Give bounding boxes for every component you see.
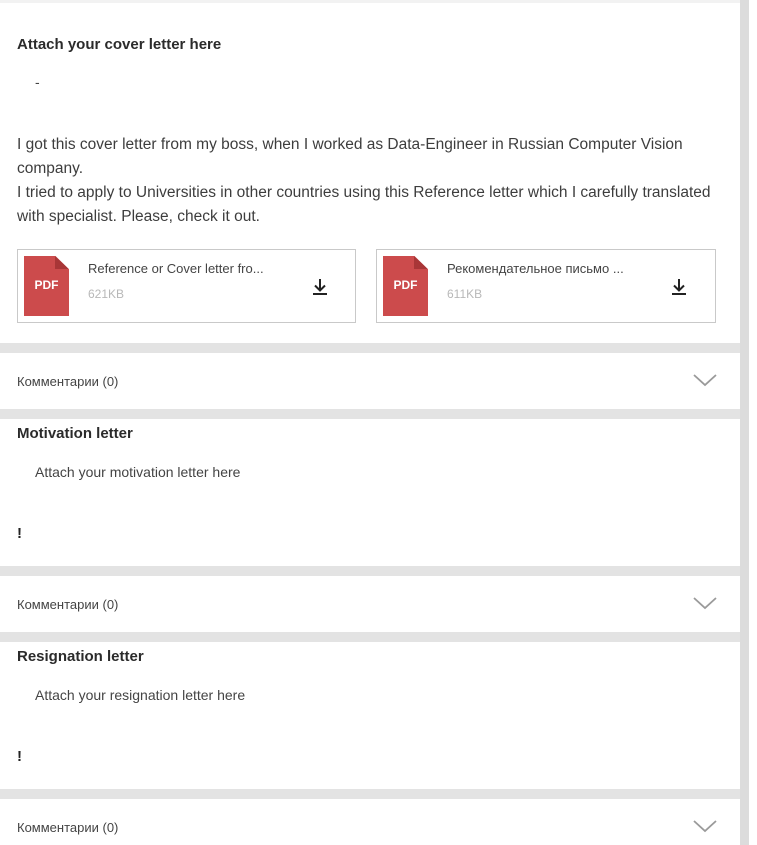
motivation-letter-card: Motivation letter Attach your motivation… bbox=[0, 419, 740, 566]
pdf-fold-corner bbox=[55, 256, 69, 269]
motivation-letter-subtitle: Attach your motivation letter here bbox=[35, 464, 241, 480]
cover-letter-placeholder-dash: - bbox=[35, 74, 40, 90]
comments-label[interactable]: Комментарии (0) bbox=[17, 820, 118, 835]
motivation-letter-title: Motivation letter bbox=[17, 425, 133, 442]
resignation-letter-card: Resignation letter Attach your resignati… bbox=[0, 642, 740, 789]
chevron-down-icon[interactable] bbox=[692, 372, 718, 388]
download-icon[interactable] bbox=[671, 278, 687, 296]
page: Attach your cover letter here - I got th… bbox=[0, 0, 740, 845]
chevron-down-icon[interactable] bbox=[692, 818, 718, 834]
cover-letter-paragraph-1: I got this cover letter from my boss, wh… bbox=[17, 136, 683, 177]
attachment-file-name[interactable]: Рекомендательное письмо ... bbox=[447, 261, 647, 276]
comments-label[interactable]: Комментарии (0) bbox=[17, 374, 118, 389]
attachment-file-size: 621KB bbox=[88, 287, 125, 301]
resignation-letter-subtitle: Attach your resignation letter here bbox=[35, 687, 246, 703]
comments-toggle[interactable]: Комментарии (0) bbox=[0, 353, 740, 409]
cover-letter-card: Attach your cover letter here - I got th… bbox=[0, 0, 740, 343]
resignation-letter-title: Resignation letter bbox=[17, 648, 144, 665]
attachment-file-name[interactable]: Reference or Cover letter fro... bbox=[88, 261, 288, 276]
top-shade bbox=[0, 0, 740, 3]
comments-label[interactable]: Комментарии (0) bbox=[17, 597, 118, 612]
scrollbar-thumb[interactable] bbox=[740, 0, 749, 845]
cover-letter-title: Attach your cover letter here bbox=[17, 36, 222, 53]
comments-toggle[interactable]: Комментарии (0) bbox=[0, 576, 740, 632]
motivation-letter-content: ! bbox=[17, 525, 22, 542]
cover-letter-paragraph-2: I tried to apply to Universities in othe… bbox=[17, 184, 711, 225]
pdf-icon: PDF bbox=[24, 256, 69, 316]
comments-toggle[interactable]: Комментарии (0) bbox=[0, 799, 740, 845]
resignation-letter-content: ! bbox=[17, 748, 22, 765]
attachment-card-recommendation-letter[interactable]: PDF Рекомендательное письмо ... 611KB bbox=[376, 249, 716, 323]
pdf-type-label: PDF bbox=[34, 278, 59, 292]
attachment-file-size: 611KB bbox=[447, 287, 483, 301]
pdf-type-label: PDF bbox=[393, 278, 418, 292]
pdf-icon: PDF bbox=[383, 256, 428, 316]
pdf-fold-corner bbox=[414, 256, 428, 269]
scrollbar[interactable] bbox=[740, 0, 757, 845]
attachment-card-reference-letter[interactable]: PDF Reference or Cover letter fro... 621… bbox=[17, 249, 356, 323]
download-icon[interactable] bbox=[312, 278, 328, 296]
chevron-down-icon[interactable] bbox=[692, 595, 718, 611]
